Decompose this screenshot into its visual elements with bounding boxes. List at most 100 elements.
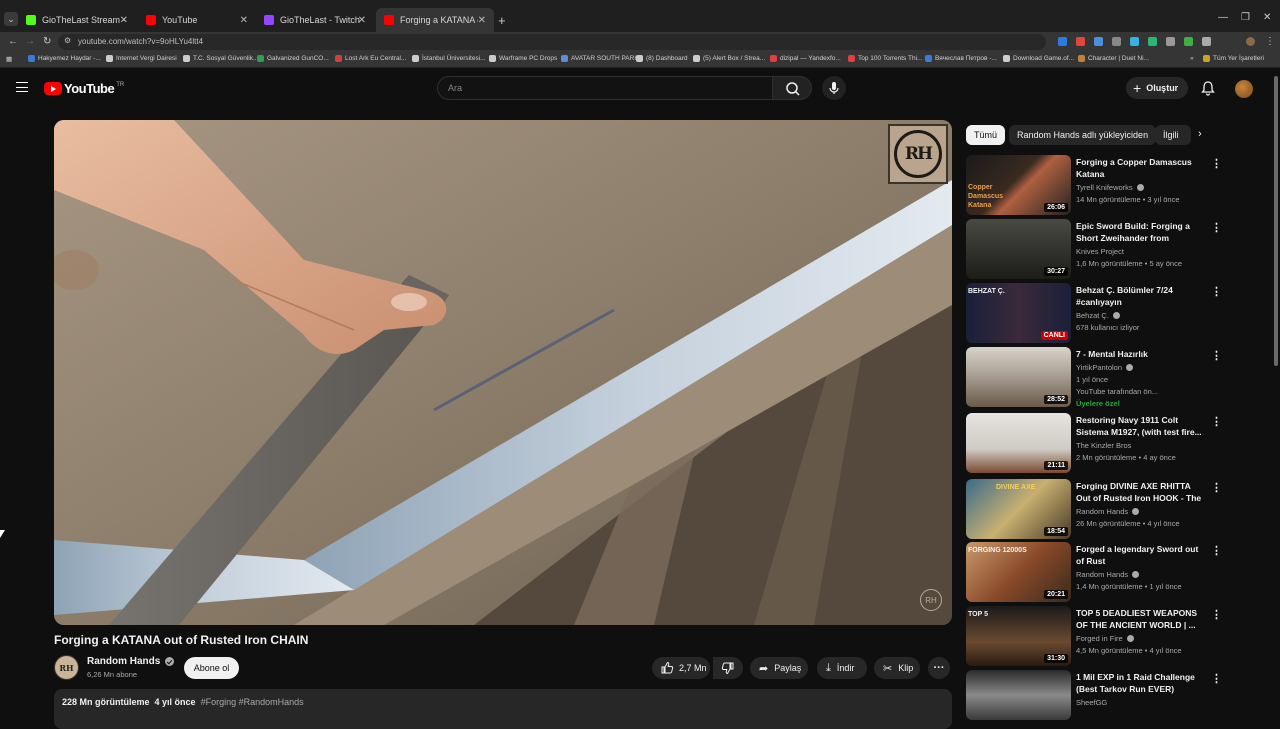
channel-name[interactable]: The Kinzler Bros [1076, 441, 1131, 450]
all-bookmarks[interactable]: Tüm Yer İşaretleri [1203, 55, 1264, 62]
reload-icon[interactable]: ↻ [43, 36, 51, 47]
scrollbar-thumb[interactable] [1274, 76, 1278, 366]
youtube-logo[interactable]: YouTube TR [44, 81, 124, 96]
bookmarks-overflow-icon[interactable]: » [1190, 55, 1194, 62]
voice-search-button[interactable] [822, 76, 846, 100]
more-options-icon[interactable]: ⋮ [1211, 544, 1222, 557]
more-options-icon[interactable]: ⋮ [1211, 672, 1222, 685]
chip-related[interactable]: İlgili [1155, 125, 1191, 145]
video-thumbnail[interactable]: Copper Damascus Katana 26:06 [966, 155, 1071, 215]
bookmark-item[interactable]: Character | Duet Ni... [1078, 55, 1149, 62]
channel-name-link[interactable]: Random Hands [87, 656, 175, 667]
channel-avatar[interactable]: RH [54, 655, 79, 680]
extension-icon[interactable] [1184, 37, 1193, 46]
channel-name[interactable]: Knives Project [1076, 247, 1124, 256]
more-options-icon[interactable]: ⋮ [1211, 481, 1222, 494]
browser-tab[interactable]: GioTheLast - Twitch ✕ [256, 8, 374, 32]
subscribe-button[interactable]: Abone ol [184, 657, 239, 679]
more-options-icon[interactable]: ⋮ [1211, 285, 1222, 298]
recommended-video[interactable]: Copper Damascus Katana 26:06 Forging a Cop… [966, 155, 1256, 215]
site-info-icon[interactable]: ⚙ [64, 36, 71, 45]
recommended-video[interactable]: 21:11 Restoring Navy 1911 Colt Sistema M1… [966, 413, 1256, 473]
tab-search-button[interactable]: ⌄ [4, 12, 18, 26]
minimize-icon[interactable]: — [1218, 12, 1228, 23]
video-thumbnail[interactable]: FORGING 12000S 20:21 [966, 542, 1071, 602]
video-player[interactable]: RH RH [54, 120, 952, 625]
back-icon[interactable]: ← [8, 36, 18, 47]
forward-icon[interactable]: → [25, 36, 35, 47]
browser-tab[interactable]: YouTube ✕ [138, 8, 256, 32]
more-options-icon[interactable]: ⋮ [1211, 608, 1222, 621]
bookmark-item[interactable]: T.C. Sosyal Güvenlik... [183, 55, 258, 62]
close-window-icon[interactable]: ✕ [1263, 12, 1271, 23]
extension-icon[interactable] [1166, 37, 1175, 46]
bookmark-item[interactable]: Galvanized GunCO... [257, 55, 329, 62]
channel-name[interactable]: SheefGG [1076, 698, 1107, 707]
search-input[interactable]: Ara [437, 76, 773, 100]
more-options-icon[interactable]: ⋮ [1211, 349, 1222, 362]
bookmark-item[interactable]: Lost Ark Eu Central... [335, 55, 406, 62]
channel-name[interactable]: Behzat Ç. [1076, 311, 1120, 320]
channel-name[interactable]: YirtikPantolon [1076, 363, 1133, 372]
channel-watermark-logo[interactable]: RH [888, 124, 948, 184]
clip-button[interactable]: ✂ Klip [874, 657, 920, 679]
hashtags[interactable]: #Forging #RandomHands [201, 697, 304, 707]
bookmark-item[interactable]: AVATAR SOUTH PARK [561, 55, 639, 62]
extension-icon[interactable] [1130, 37, 1139, 46]
video-thumbnail[interactable]: 28:52 [966, 347, 1071, 407]
profile-avatar-icon[interactable] [1246, 37, 1255, 46]
recommended-video[interactable]: DIVINE AXE 18:54 Forging DIVINE AXE RHITTA… [966, 479, 1256, 539]
more-options-icon[interactable]: ⋮ [1211, 157, 1222, 170]
create-button[interactable]: + Oluştur [1126, 77, 1188, 99]
download-button[interactable]: ⤓ İndir [817, 657, 867, 679]
more-options-icon[interactable]: ⋮ [1211, 221, 1222, 234]
extension-icon[interactable] [1094, 37, 1103, 46]
bookmark-item[interactable]: (5) Alert Box / Strea... [693, 55, 765, 62]
recommended-video[interactable]: TOP 5 31:30 TOP 5 DEADLIEST WEAPONS OF THE… [966, 606, 1256, 666]
description-box[interactable]: 228 Mn görüntüleme 4 yıl önce #Forging #… [54, 689, 952, 729]
address-bar[interactable]: ⚙ youtube.com/watch?v=9oHLYu4ltt4 [58, 34, 1046, 50]
recommended-video[interactable]: BEHZAT Ç. CANLI Behzat Ç. Bölümler 7/24 #c… [966, 283, 1256, 343]
recommended-video[interactable]: 30:27 Epic Sword Build: Forging a Short Z… [966, 219, 1256, 279]
account-avatar[interactable] [1235, 80, 1253, 98]
maximize-icon[interactable]: ❐ [1241, 12, 1250, 23]
share-button[interactable]: ➦ Paylaş [750, 657, 808, 679]
new-tab-button[interactable]: + [498, 13, 506, 28]
close-tab-icon[interactable]: ✕ [358, 15, 366, 26]
bookmark-item[interactable]: Top 100 Torrents Thi... [848, 55, 922, 62]
channel-name[interactable]: Tyrell Knifeworks [1076, 183, 1144, 192]
video-thumbnail[interactable]: DIVINE AXE 18:54 [966, 479, 1071, 539]
browser-tab-active[interactable]: Forging a KATANA out of R ✕ [376, 8, 494, 32]
video-title[interactable]: Forged a legendary Sword out of Rust [1076, 543, 1204, 567]
video-title[interactable]: Forging a Copper Damascus Katana [1076, 156, 1204, 180]
video-thumbnail[interactable]: 21:11 [966, 413, 1071, 473]
bookmark-item[interactable]: İstanbul Üniversitesi... [412, 55, 486, 62]
close-tab-icon[interactable]: ✕ [478, 15, 486, 26]
chip-from-uploader[interactable]: Random Hands adlı yükleyiciden [1009, 125, 1157, 145]
apps-grid-icon[interactable]: ▦ [6, 55, 12, 63]
video-thumbnail[interactable]: 30:27 [966, 219, 1071, 279]
chip-all[interactable]: Tümü [966, 125, 1006, 145]
bookmark-item[interactable]: (8) Dashboard [636, 55, 688, 62]
bookmark-item[interactable]: Вячеслав Петров -... [925, 55, 997, 62]
more-actions-button[interactable]: ··· [928, 657, 950, 679]
guide-menu-icon[interactable] [16, 82, 28, 92]
bookmark-item[interactable]: Warframe PC Drops [489, 55, 557, 62]
extension-icon[interactable] [1112, 37, 1121, 46]
video-title[interactable]: Forging DIVINE AXE RHITTA Out of Rusted … [1076, 480, 1204, 504]
video-thumbnail[interactable]: TOP 5 31:30 [966, 606, 1071, 666]
video-title[interactable]: Behzat Ç. Bölümler 7/24 #canlıyayın [1076, 284, 1204, 308]
bookmark-item[interactable]: Hakyemez Haydar -... [28, 55, 101, 62]
dislike-button[interactable] [713, 657, 743, 679]
recommended-video[interactable]: 28:52 7 - Mental Hazırlık YirtikPantolon 1 … [966, 347, 1256, 408]
extension-icon[interactable] [1058, 37, 1067, 46]
close-tab-icon[interactable]: ✕ [240, 15, 248, 26]
recommended-video[interactable]: FORGING 12000S 20:21 Forged a legendary Sw… [966, 542, 1256, 602]
url-text[interactable]: youtube.com/watch?v=9oHLYu4ltt4 [78, 37, 203, 46]
more-options-icon[interactable]: ⋮ [1211, 415, 1222, 428]
recommended-video[interactable]: 1 Mil EXP in 1 Raid Challenge (Best Tark… [966, 670, 1256, 720]
notifications-bell-icon[interactable] [1200, 80, 1216, 96]
bookmark-item[interactable]: dizipal — Yandexfo... [770, 55, 841, 62]
video-thumbnail[interactable] [966, 670, 1071, 720]
extension-icon[interactable] [1148, 37, 1157, 46]
